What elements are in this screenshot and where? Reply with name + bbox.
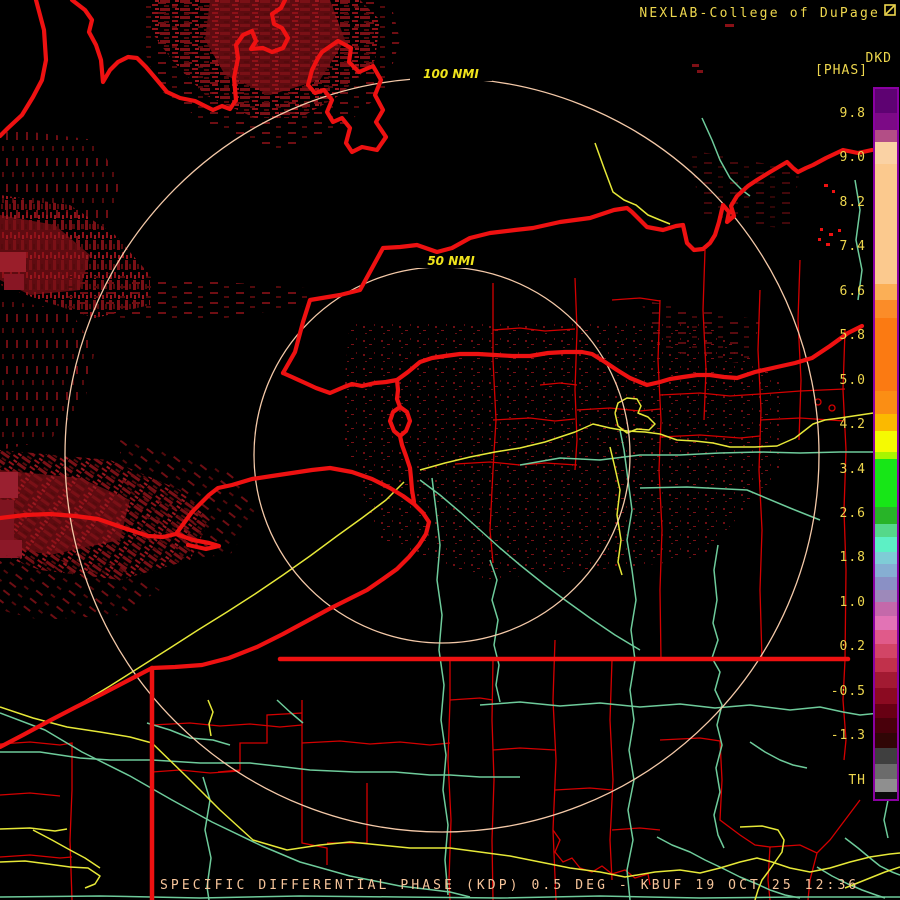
color-scale-tick: 1.8: [839, 550, 866, 565]
color-scale-segment: [875, 507, 897, 524]
color-scale-tick: 2.6: [839, 506, 866, 521]
color-scale-tick: TH: [848, 773, 866, 788]
color-scale-segment: [875, 577, 897, 590]
color-scale-segment: [875, 431, 897, 452]
color-scale-bar: [873, 87, 899, 801]
color-scale-tick: 1.0: [839, 595, 866, 610]
color-scale-segment: [875, 284, 897, 300]
colorbar-units-label: DKD: [865, 51, 892, 66]
color-scale-segment: [875, 564, 897, 577]
color-scale-tick: 0.2: [839, 639, 866, 654]
color-scale-tick: 7.4: [839, 239, 866, 254]
radar-viewport: NEXLAB-College of DuPage DKD [PHAS] 9.8 9…: [0, 0, 900, 900]
color-scale-segment: [875, 452, 897, 459]
radar-map-canvas: [0, 0, 900, 900]
color-scale-segment: [875, 318, 897, 391]
color-scale-segment: [875, 130, 897, 142]
color-scale-tick: 4.2: [839, 417, 866, 432]
color-scale-tick: 6.6: [839, 284, 866, 299]
color-scale-segment: [875, 164, 897, 284]
color-scale-tick: 3.4: [839, 462, 866, 477]
color-scale-segment: [875, 89, 897, 113]
cod-logo-icon: [884, 4, 896, 16]
color-scale-segment: [875, 792, 897, 799]
color-scale-tick: 9.8: [839, 106, 866, 121]
colorbar-phase-label: [PHAS]: [815, 63, 868, 78]
color-scale-segment: [875, 630, 897, 644]
color-scale-segment: [875, 704, 897, 718]
color-scale-segment: [875, 616, 897, 630]
color-scale-segment: [875, 779, 897, 792]
color-scale-segment: [875, 414, 897, 431]
color-scale-segment: [875, 459, 897, 507]
color-scale-tick: -1.3: [830, 728, 866, 743]
color-scale-segment: [875, 658, 897, 672]
color-scale-segment: [875, 552, 897, 564]
color-scale-segment: [875, 113, 897, 130]
range-ring-label-50nmi: 50 NMI: [416, 254, 486, 268]
color-scale-segment: [875, 672, 897, 688]
color-scale-segment: [875, 688, 897, 704]
color-scale-segment: [875, 733, 897, 748]
range-ring-label-100nmi: 100 NMI: [410, 67, 492, 81]
product-caption: SPECIFIC DIFFERENTIAL PHASE (KDP) 0.5 DE…: [160, 878, 860, 893]
color-scale-tick: -0.5: [830, 684, 866, 699]
color-scale-segment: [875, 142, 897, 164]
color-scale-segment: [875, 644, 897, 658]
color-scale-tick: 9.0: [839, 150, 866, 165]
color-scale-tick: 5.8: [839, 328, 866, 343]
color-scale-segment: [875, 602, 897, 616]
color-scale-segment: [875, 590, 897, 602]
color-scale-segment: [875, 764, 897, 779]
app-title: NEXLAB-College of DuPage: [639, 6, 880, 21]
color-scale-tick: 8.2: [839, 195, 866, 210]
color-scale-segment: [875, 748, 897, 764]
color-scale-segment: [875, 718, 897, 733]
color-scale-segment: [875, 391, 897, 414]
color-scale-segment: [875, 300, 897, 318]
color-scale-segment: [875, 524, 897, 537]
color-scale-segment: [875, 537, 897, 552]
color-scale-tick: 5.0: [839, 373, 866, 388]
